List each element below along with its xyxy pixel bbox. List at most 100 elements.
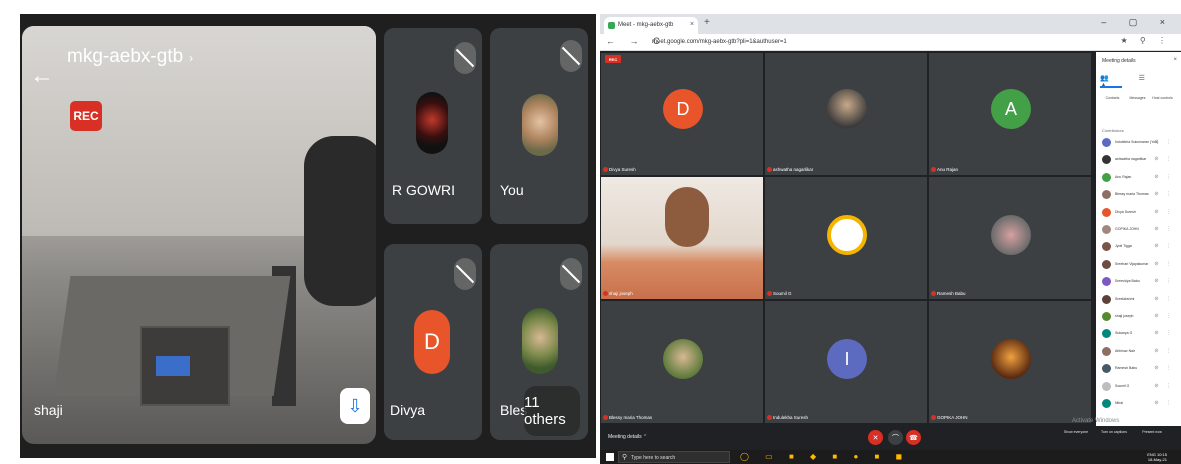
grid-tile-divya-suresh[interactable]: REC D Divya Suresh [600,52,764,176]
avatar-letter: I [827,339,867,379]
participant-name: Ramesh Babu [1115,366,1138,371]
grid-tile-anu-rajan[interactable]: A Anu Rajan [928,52,1092,176]
grid-tile-soumil[interactable]: Soumil G [764,176,928,300]
window-controls[interactable]: – ▢ × [1101,17,1175,28]
participant-row[interactable]: Blessy maria Thomas ⊘ ⋮ [1100,188,1178,202]
mic-and-more-icons[interactable]: ⊘ ⋮ [1154,278,1174,284]
mic-and-more-icons[interactable]: ⊘ ⋮ [1154,330,1174,336]
participant-row[interactable]: Ramesh Babu ⊘ ⋮ [1100,362,1178,376]
avatar-letter: D [414,310,450,374]
captions-button[interactable]: Turn on captions [1100,430,1128,434]
participant-name: Nihal [1115,401,1123,405]
participant-row[interactable]: Sukanya G ⊘ ⋮ [1100,327,1178,341]
mic-off-icon [560,40,582,72]
mic-and-more-icons[interactable]: ⊘ ⋮ [1154,261,1174,267]
browser-tab[interactable]: Meet - mkg-aebx-gtb × [604,17,698,34]
mic-and-more-icons[interactable]: ⊘ ⋮ [1154,209,1174,215]
panel-tabs[interactable]: 👥 ☰ ▲ [1100,74,1178,89]
grid-tile-blessy[interactable]: Blessy maria Thomas [600,300,764,424]
mic-and-more-icons[interactable]: ⊘ ⋮ [1154,296,1174,302]
participant-row[interactable]: Soumil G ⊘ ⋮ [1100,380,1178,394]
participant-name: GOPIKA JOHN [937,415,968,420]
participant-row[interactable]: Abhinav Nair ⊘ ⋮ [1100,345,1178,359]
participant-row[interactable]: Sreevidya Babu ⊘ ⋮ [1100,275,1178,289]
pin-icon[interactable]: ⇩ [340,388,370,424]
mic-and-more-icons[interactable]: ⊘ ⋮ [1154,191,1174,197]
participant-row[interactable]: Sreelakshmi ⊘ ⋮ [1100,293,1178,307]
raise-hand-button[interactable]: ⌒ [888,430,903,445]
mic-and-more-icons[interactable]: ⊘ ⋮ [1154,156,1174,162]
participant-name: Divya Suresh [609,167,636,172]
participant-row[interactable]: shaji joseph ⊘ ⋮ [1100,310,1178,324]
mic-and-more-icons[interactable]: ⊘ ⋮ [1154,174,1174,180]
avatar [1102,259,1111,269]
activate-windows-watermark: Activate Windows [1072,418,1120,424]
participant-tile-you[interactable]: You [490,28,588,224]
windows-taskbar: ⚲ Type here to search ◯ ▭ ■ ◆ ■ ● ■ ◼ EN… [600,450,1181,464]
meet-control-bar: Meeting details ⌃ ✕ ⌒ ☎ Show everyone Tu… [600,426,1181,450]
avatar [1102,277,1111,287]
browser-tab-strip: Meet - mkg-aebx-gtb × + – ▢ × [600,14,1181,34]
grid-tile-gopika[interactable]: GOPIKA JOHN [928,300,1092,424]
new-tab-icon[interactable]: + [704,17,710,28]
panel-title: Meeting details [1102,58,1136,64]
avatar [1102,242,1111,252]
participant-name: Indulekha Sukumaran (You) [1115,140,1159,144]
participant-tile-divya[interactable]: D Divya [384,244,482,440]
mic-and-more-icons[interactable]: ⊘ ⋮ [1154,226,1174,232]
back-arrow-icon[interactable]: ← [30,64,54,88]
participant-name: Abhinav Nair [1115,348,1136,353]
panel-action[interactable]: Messages [1125,96,1150,100]
mic-and-more-icons[interactable]: ⊘ ⋮ [1154,313,1174,319]
participant-row[interactable]: Jyoti Tigga ⊘ ⋮ [1100,240,1178,254]
avatar [1102,138,1111,147]
mic-and-more-icons[interactable]: ⊘ ⋮ [1154,139,1174,145]
leave-call-button[interactable]: ☎ [906,430,921,445]
avatar [1102,190,1111,200]
present-now-button[interactable]: Present now [1138,430,1166,434]
mic-and-more-icons[interactable]: ⊘ ⋮ [1154,348,1174,354]
grid-tile-ramesh-babu[interactable]: Ramesh Babu [928,176,1092,300]
panel-action[interactable]: Contacts [1100,96,1125,100]
participant-name: GOPIKA JOHN [1115,227,1139,231]
main-video-tile[interactable] [22,26,376,444]
mic-and-more-icons[interactable]: ⊘ ⋮ [1154,365,1174,371]
participant-name: shaji joseph [609,291,633,296]
participant-name: Divya [390,402,426,418]
mic-off-icon [931,415,936,420]
close-tab-icon[interactable]: × [690,21,694,28]
panel-action[interactable]: Host controls [1150,96,1175,100]
mic-and-more-icons[interactable]: ⊘ ⋮ [1154,243,1174,249]
participant-row[interactable]: ashwatha nagarlikar ⊘ ⋮ [1100,153,1178,167]
participant-tile-r-gowri[interactable]: R GOWRI [384,28,482,224]
others-count-badge[interactable]: 11 others [524,386,580,436]
video-grid: REC D Divya Suresh ashwatha nagarlikar A… [600,52,1092,426]
windows-start-icon[interactable] [606,453,614,461]
show-everyone-button[interactable]: Show everyone [1062,430,1090,434]
meeting-details-button[interactable]: Meeting details ⌃ [608,434,647,440]
avatar [991,215,1031,255]
browser-tools[interactable]: ★ ⚲ ⋮ [1121,36,1171,45]
avatar [1102,329,1111,339]
participant-row[interactable]: GOPIKA JOHN ⊘ ⋮ [1100,223,1178,237]
participant-row[interactable]: Nihal ⊘ ⋮ [1100,397,1178,411]
mic-off-button[interactable]: ✕ [868,430,883,445]
taskbar-app-icons[interactable]: ◯ ▭ ■ ◆ ■ ● ■ ◼ [740,452,909,461]
participant-row[interactable]: Sreehari Vijayakumar ⊘ ⋮ [1100,258,1178,272]
avatar [991,339,1031,379]
desktop-meet-screenshot: Meet - mkg-aebx-gtb × + – ▢ × ← → C meet… [600,14,1181,464]
avatar [1102,207,1111,217]
taskbar-search[interactable]: ⚲ Type here to search [618,451,730,463]
participant-name: shaji joseph [1115,314,1134,318]
grid-tile-ashwatha[interactable]: ashwatha nagarlikar [764,52,928,176]
url-field[interactable]: meet.google.com/mkg-aebx-gtb?pli=1&authu… [652,36,1012,48]
mic-and-more-icons[interactable]: ⊘ ⋮ [1154,383,1174,389]
close-icon[interactable]: × [1173,57,1177,63]
mic-and-more-icons[interactable]: ⊘ ⋮ [1154,400,1174,406]
meeting-code-title[interactable]: mkg-aebx-gtb › [67,46,193,68]
grid-tile-shaji-video[interactable]: shaji joseph [600,176,764,300]
participant-row[interactable]: Indulekha Sukumaran (You) ⊘ ⋮ [1100,136,1178,150]
participant-row[interactable]: Divya Suresh ⊘ ⋮ [1100,206,1178,220]
participant-row[interactable]: Anu Rajan ⊘ ⋮ [1100,171,1178,185]
grid-tile-indulekha[interactable]: I Indulekha Suresh [764,300,928,424]
